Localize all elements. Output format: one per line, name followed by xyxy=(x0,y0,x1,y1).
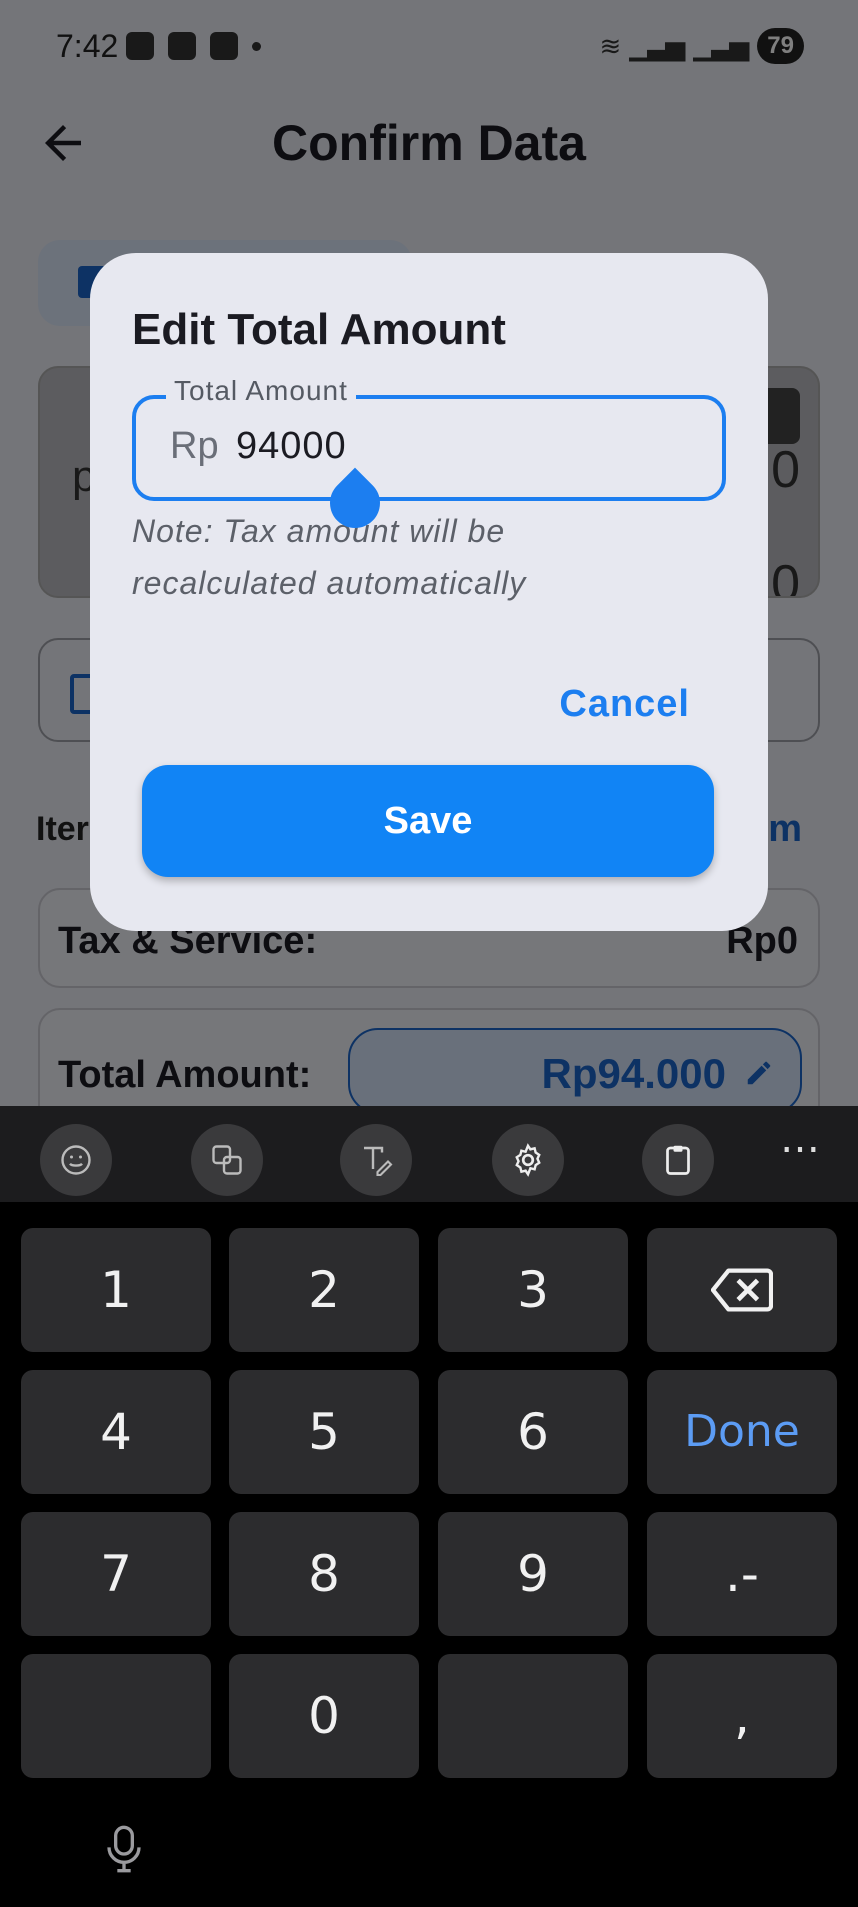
numeric-keyboard: ⋯ 1 2 3 4 5 6 Done 7 8 9 .- 0 , xyxy=(0,1106,858,1907)
key-0[interactable]: 0 xyxy=(229,1654,419,1778)
clipboard-icon[interactable] xyxy=(642,1124,714,1196)
key-5[interactable]: 5 xyxy=(229,1370,419,1494)
key-8[interactable]: 8 xyxy=(229,1512,419,1636)
total-amount-input-value: 94000 xyxy=(236,425,347,467)
key-dot-dash[interactable]: .- xyxy=(647,1512,837,1636)
handwriting-icon[interactable] xyxy=(340,1124,412,1196)
key-4[interactable]: 4 xyxy=(21,1370,211,1494)
key-blank-left xyxy=(21,1654,211,1778)
key-comma[interactable]: , xyxy=(647,1654,837,1778)
key-3[interactable]: 3 xyxy=(438,1228,628,1352)
emoji-icon[interactable] xyxy=(40,1124,112,1196)
app-screen: 7:42 ≋ ▁▃▅ ▁▃▅ 79 Confirm Data p 0 0 Ite… xyxy=(0,0,858,1106)
total-amount-input-label: Total Amount xyxy=(166,375,356,407)
backspace-icon xyxy=(711,1268,773,1312)
currency-prefix: Rp xyxy=(170,425,219,467)
tax-note: Note: Tax amount will be recalculated au… xyxy=(132,513,527,601)
total-amount-input[interactable]: Total Amount Rp 94000 xyxy=(132,375,726,501)
dialog-title: Edit Total Amount xyxy=(132,305,506,354)
key-7[interactable]: 7 xyxy=(21,1512,211,1636)
backspace-key[interactable] xyxy=(647,1228,837,1352)
microphone-icon[interactable] xyxy=(104,1824,144,1874)
key-2[interactable]: 2 xyxy=(229,1228,419,1352)
cancel-button[interactable]: Cancel xyxy=(559,683,690,726)
more-icon[interactable]: ⋯ xyxy=(780,1126,822,1172)
gear-icon[interactable] xyxy=(492,1124,564,1196)
key-6[interactable]: 6 xyxy=(438,1370,628,1494)
key-blank-right xyxy=(438,1654,628,1778)
edit-total-dialog: Edit Total Amount Total Amount Rp 94000 … xyxy=(90,253,768,931)
key-1[interactable]: 1 xyxy=(21,1228,211,1352)
translate-icon[interactable] xyxy=(191,1124,263,1196)
key-9[interactable]: 9 xyxy=(438,1512,628,1636)
save-button[interactable]: Save xyxy=(142,765,714,877)
done-key[interactable]: Done xyxy=(647,1370,837,1494)
keyboard-toolbar: ⋯ xyxy=(0,1106,858,1202)
